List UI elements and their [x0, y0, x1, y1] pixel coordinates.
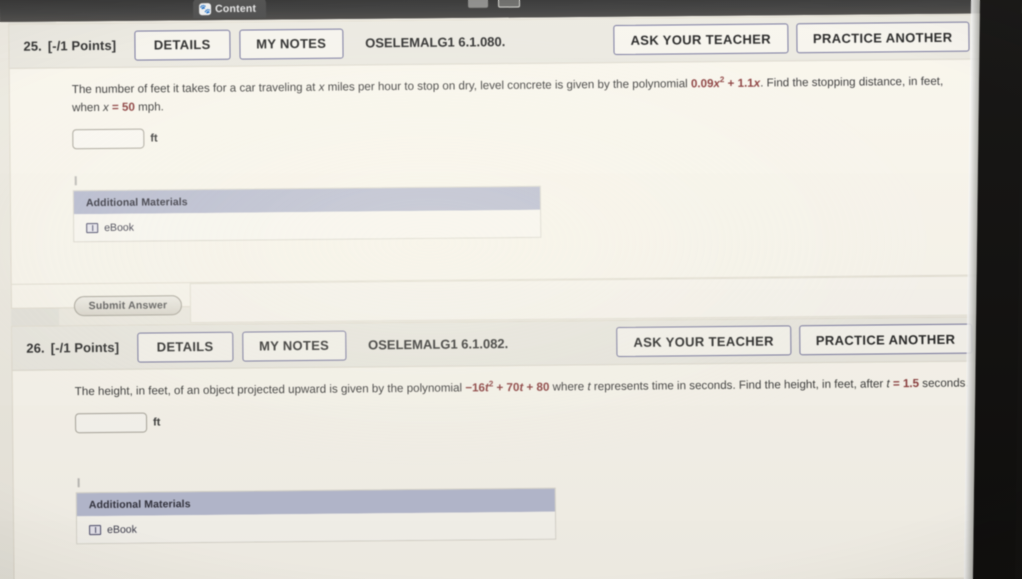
polynomial-25: 0.09x2 + 1.1x: [690, 75, 760, 91]
ask-your-teacher-label-25: ASK YOUR TEACHER: [630, 31, 772, 48]
answer-row-26: ft: [74, 404, 985, 434]
additional-materials-panel-25: Additional Materials eBook: [72, 185, 542, 243]
ask-your-teacher-label-26: ASK YOUR TEACHER: [633, 333, 774, 350]
additional-materials-panel-26: Additional Materials eBook: [75, 487, 557, 545]
answer-unit-25: ft: [150, 132, 158, 145]
polynomial-26: −16t2 + 70t + 80: [465, 379, 550, 395]
practice-another-button-25[interactable]: PRACTICE ANOTHER: [795, 21, 970, 54]
my-notes-label-25: MY NOTES: [256, 35, 327, 52]
problem-text-a-25: The number of feet it takes for a car tr…: [71, 80, 319, 97]
question-number-26: 26.: [26, 340, 45, 356]
answer-input-25[interactable]: [72, 128, 145, 150]
my-notes-button-26[interactable]: MY NOTES: [241, 330, 347, 362]
browser-tab-content[interactable]: 🐾 Content: [193, 0, 267, 19]
chrome-control-one[interactable]: [467, 0, 489, 8]
problem-text-d-26: seconds.: [918, 376, 969, 390]
chrome-control-two[interactable]: [497, 0, 521, 8]
my-notes-label-26: MY NOTES: [258, 337, 330, 354]
problem-statement-25: The number of feet it takes for a car tr…: [72, 72, 972, 117]
question-number-25: 25.: [23, 38, 42, 54]
submit-answer-button-25[interactable]: Submit Answer: [73, 295, 183, 317]
ebook-link-25[interactable]: eBook: [104, 221, 134, 233]
submit-answer-label-25: Submit Answer: [88, 299, 168, 313]
my-notes-button-25[interactable]: MY NOTES: [239, 28, 344, 60]
assignment-content: 25. [-/1 Points] DETAILS MY NOTES OSELEM…: [8, 13, 1001, 579]
poly-base-26: −16: [465, 381, 486, 395]
poly-rest-25: + 1.1: [724, 76, 754, 90]
poly-rest-26: + 70: [493, 380, 520, 395]
poly-tail-26: + 80: [523, 380, 550, 394]
details-label-26: DETAILS: [156, 338, 214, 355]
text-caret-26: [77, 478, 80, 488]
question-actions-26: ASK YOUR TEACHER PRACTICE ANOTHER: [616, 323, 973, 358]
answer-row-25: ft: [72, 120, 982, 150]
answer-unit-26: ft: [153, 416, 161, 429]
additional-materials-body-25: eBook: [74, 209, 541, 242]
practice-another-label-25: PRACTICE ANOTHER: [812, 29, 953, 46]
problem-text-b-26: where: [549, 380, 588, 394]
ebook-link-26[interactable]: eBook: [107, 523, 137, 535]
question-points-26: [-/1 Points]: [50, 339, 120, 356]
ask-your-teacher-button-26[interactable]: ASK YOUR TEACHER: [616, 325, 791, 358]
problem-text-a-26: The height, in feet, of an object projec…: [74, 381, 466, 399]
paw-logo-icon: 🐾: [199, 2, 212, 15]
details-label-25: DETAILS: [153, 36, 211, 53]
ask-your-teacher-button-25[interactable]: ASK YOUR TEACHER: [613, 23, 789, 56]
book-icon-25: [86, 222, 99, 233]
problem-text-d-25: mph.: [134, 100, 164, 114]
practice-another-label-26: PRACTICE ANOTHER: [815, 331, 956, 348]
question-code-25: OSELEMALG1 6.1.080.: [365, 34, 506, 51]
screen-bezel-right: [972, 0, 1022, 579]
question-body-25: The number of feet it takes for a car tr…: [10, 60, 1001, 354]
question-actions-25: ASK YOUR TEACHER PRACTICE ANOTHER: [613, 21, 970, 56]
photographed-screen: 25. [-/1 Points] DETAILS MY NOTES OSELEM…: [0, 0, 1022, 579]
book-icon-26: [89, 524, 102, 535]
details-button-25[interactable]: DETAILS: [134, 29, 231, 61]
details-button-26[interactable]: DETAILS: [136, 331, 234, 363]
webassign-page: 25. [-/1 Points] DETAILS MY NOTES OSELEM…: [0, 0, 1001, 579]
poly-base-25: 0.09: [690, 76, 714, 91]
submit-side-panel-25: [189, 275, 1001, 324]
practice-another-button-26[interactable]: PRACTICE ANOTHER: [798, 323, 973, 356]
additional-materials-body-26: eBook: [76, 511, 556, 544]
question-block-26: 26. [-/1 Points] DETAILS MY NOTES OSELEM…: [11, 316, 988, 579]
text-caret-25: [74, 176, 77, 186]
question-points-25: [-/1 Points]: [47, 37, 117, 54]
question-body-26: The height, in feet, of an object projec…: [13, 362, 986, 545]
problem-text-b-25: miles per hour to stop on dry, level con…: [324, 77, 691, 94]
question-block-25: 25. [-/1 Points] DETAILS MY NOTES OSELEM…: [8, 14, 1001, 354]
problem-eq-25: = 50: [108, 100, 135, 114]
problem-statement-26: The height, in feet, of an object projec…: [75, 374, 975, 401]
question-code-26: OSELEMALG1 6.1.082.: [368, 336, 509, 353]
browser-tab-label: Content: [215, 2, 257, 15]
problem-text-c-26: represents time in seconds. Find the hei…: [590, 377, 887, 394]
answer-input-26[interactable]: [74, 412, 148, 434]
problem-eq-26: = 1.5: [889, 376, 920, 391]
